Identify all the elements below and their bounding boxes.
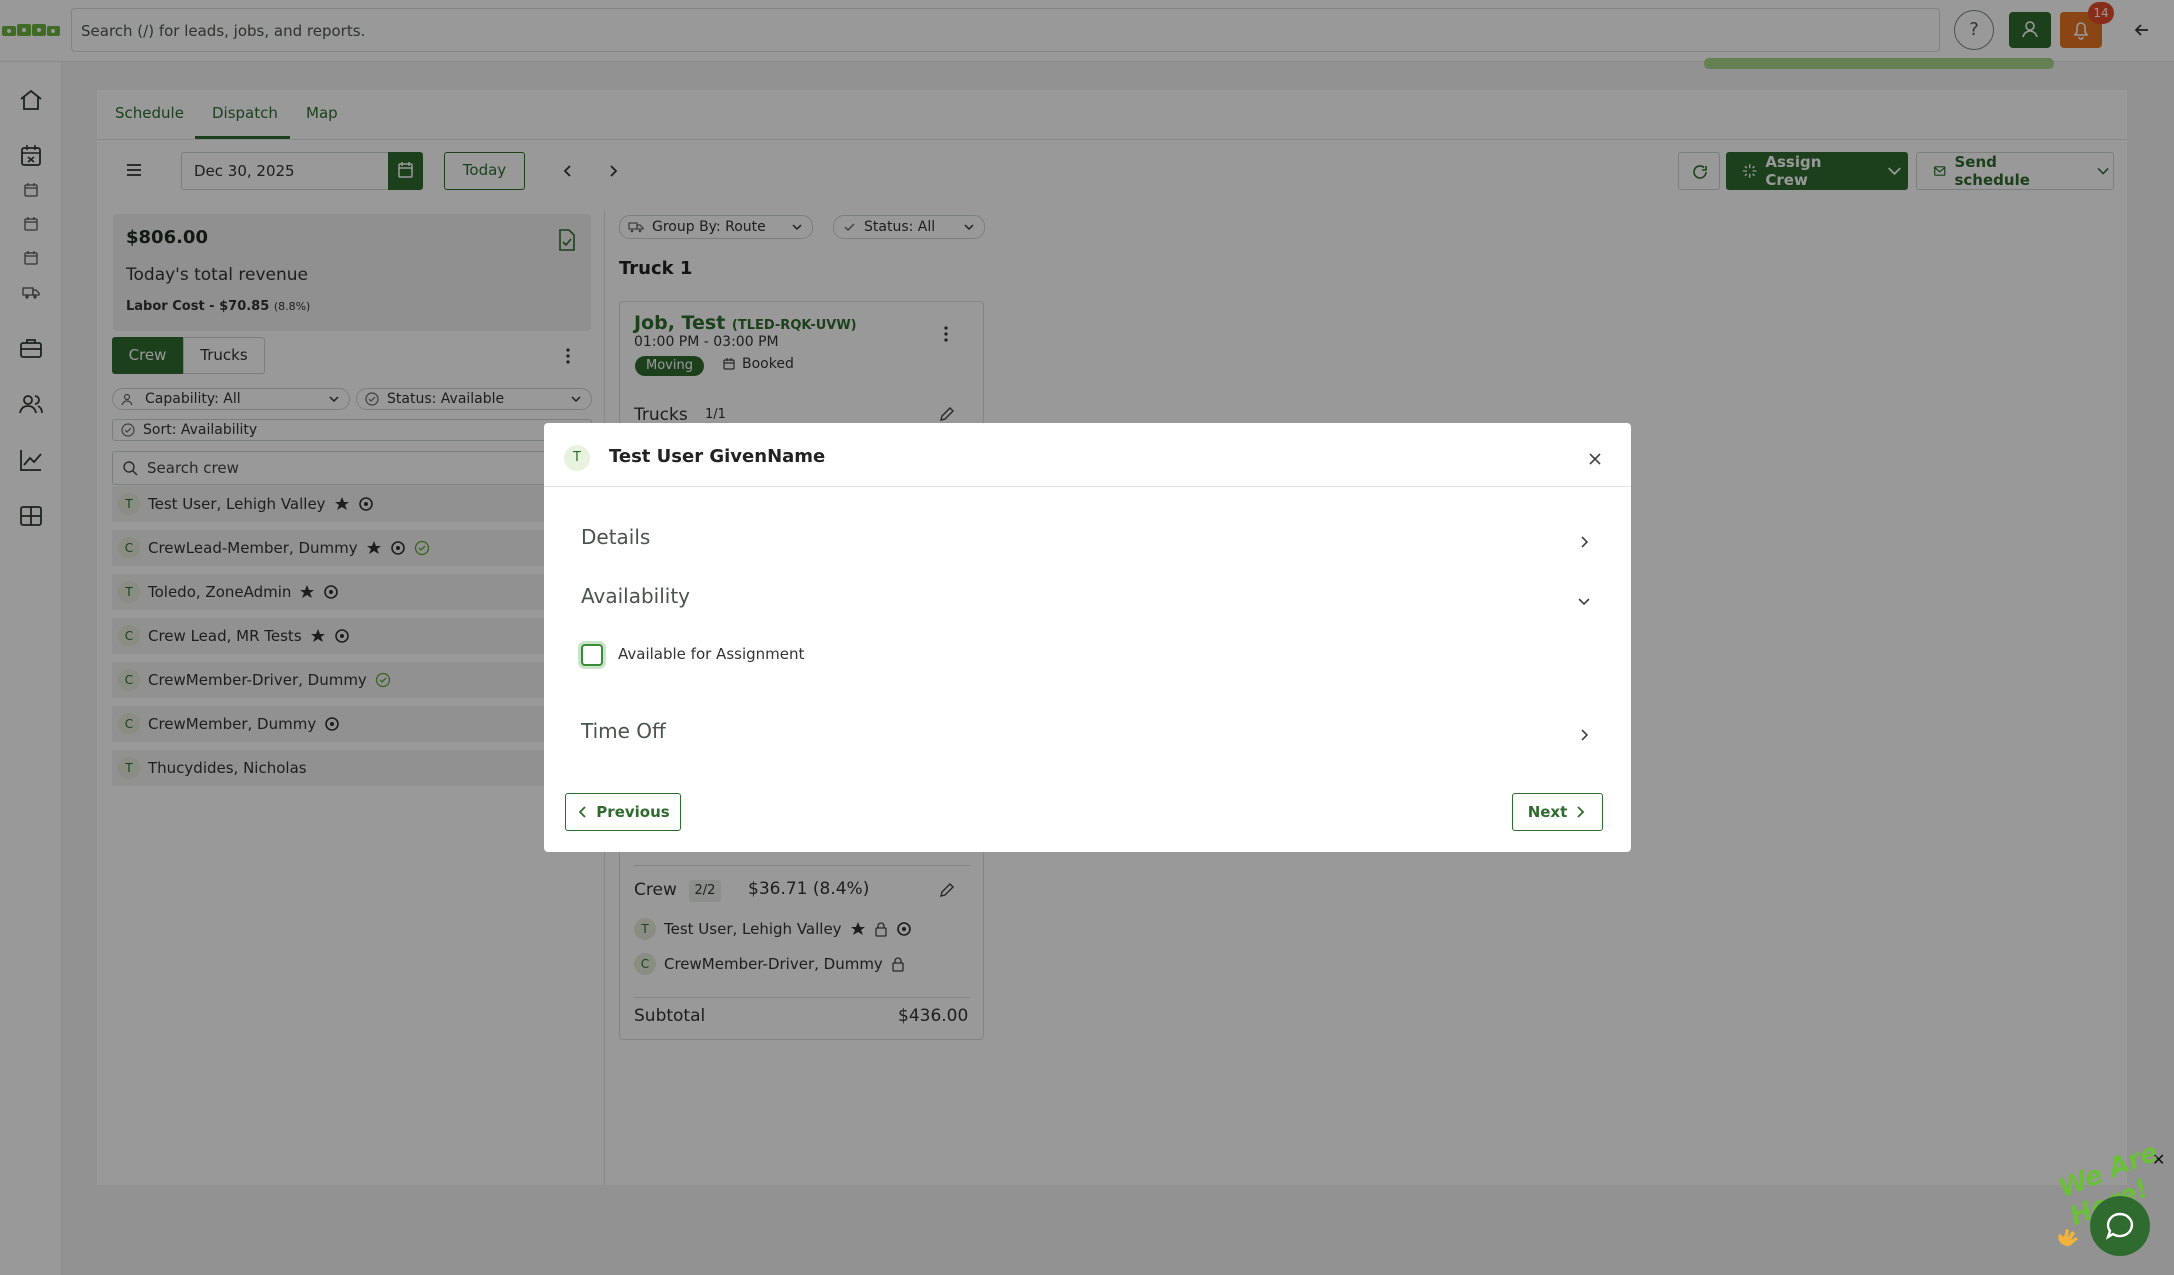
availability-label: Availability: [581, 584, 691, 608]
waving-hand-icon: [2054, 1224, 2086, 1248]
previous-button[interactable]: Previous: [565, 793, 681, 831]
time-off-label: Time Off: [581, 719, 666, 743]
chevron-down-icon[interactable]: [1574, 591, 1594, 611]
next-button[interactable]: Next: [1512, 793, 1603, 831]
available-checkbox[interactable]: [581, 644, 603, 666]
modal-divider: [544, 486, 1631, 487]
available-label[interactable]: Available for Assignment: [618, 645, 804, 663]
close-icon[interactable]: [1584, 448, 1606, 470]
chevron-right-icon[interactable]: [1574, 532, 1594, 552]
chat-bubble-icon: [2105, 1212, 2134, 1240]
crew-member-modal: [544, 423, 1631, 852]
availability-section-header[interactable]: Availability: [581, 584, 1591, 618]
chevron-right-icon[interactable]: [1574, 725, 1594, 745]
time-off-section-header[interactable]: Time Off: [581, 719, 1591, 753]
chevron-right-icon: [1577, 806, 1585, 818]
avatar: T: [564, 445, 590, 471]
details-label: Details: [581, 525, 651, 549]
chat-button[interactable]: [2090, 1196, 2150, 1256]
chevron-left-icon: [579, 806, 586, 818]
modal-title: Test User GivenName: [609, 446, 826, 467]
details-section-header[interactable]: Details: [581, 525, 1591, 559]
